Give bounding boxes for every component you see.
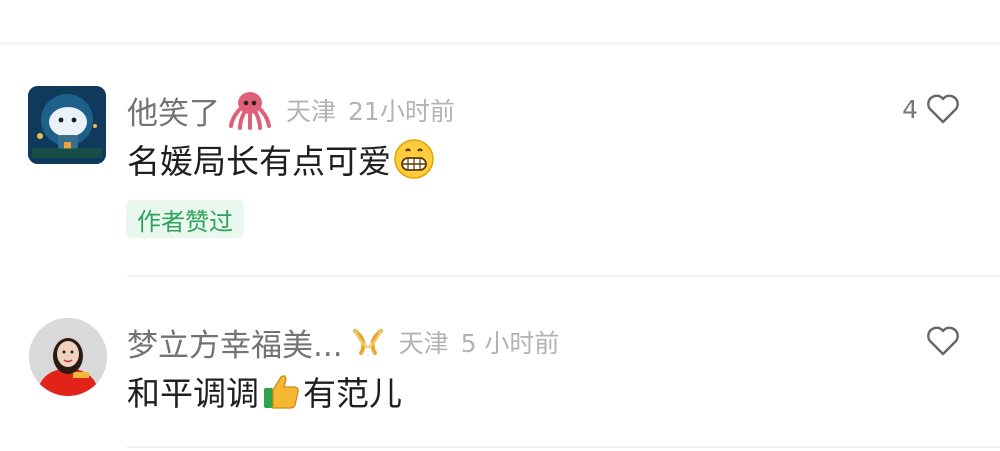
location: 天津 [398, 329, 449, 358]
like-button[interactable] [926, 326, 960, 356]
comment-text-part: 有范儿 [303, 374, 402, 413]
comment-text[interactable]: 和平调调 有范儿 [127, 368, 402, 414]
author-liked-badge: 作者赞过 [126, 200, 244, 238]
comment-text-part: 名媛局长有点可爱 [127, 142, 391, 181]
like-button[interactable]: 4 [902, 94, 960, 124]
timestamp: 5 小时前 [460, 329, 560, 358]
heart-icon[interactable] [926, 326, 960, 356]
grinning-face-icon [393, 138, 435, 180]
like-count: 4 [902, 94, 918, 124]
octopus-icon [228, 90, 272, 130]
gold-ribbon-icon [351, 327, 385, 357]
avatar-image [28, 86, 106, 164]
comment-header: 梦立方幸福美... 天津 5 小时前 [127, 320, 560, 365]
comment-list: 他笑了 天津 21小时前 4 名媛局长有点可爱 作者赞过 梦立方幸福美... 天… [0, 0, 1000, 451]
top-divider [0, 42, 1000, 45]
divider [127, 275, 1000, 277]
comment-header: 他笑了 天津 21小时前 [127, 88, 455, 133]
avatar[interactable] [29, 318, 107, 396]
location: 天津 [286, 97, 337, 126]
comment-text[interactable]: 名媛局长有点可爱 [127, 136, 437, 182]
divider [127, 446, 1000, 448]
username[interactable]: 他笑了 [127, 88, 220, 133]
heart-icon[interactable] [926, 94, 960, 124]
username[interactable]: 梦立方幸福美... [127, 320, 343, 365]
comment-text-part: 和平调调 [127, 374, 259, 413]
avatar-image [29, 318, 107, 396]
avatar[interactable] [28, 86, 106, 164]
timestamp: 21小时前 [348, 97, 455, 126]
thumbs-up-icon [261, 371, 301, 411]
